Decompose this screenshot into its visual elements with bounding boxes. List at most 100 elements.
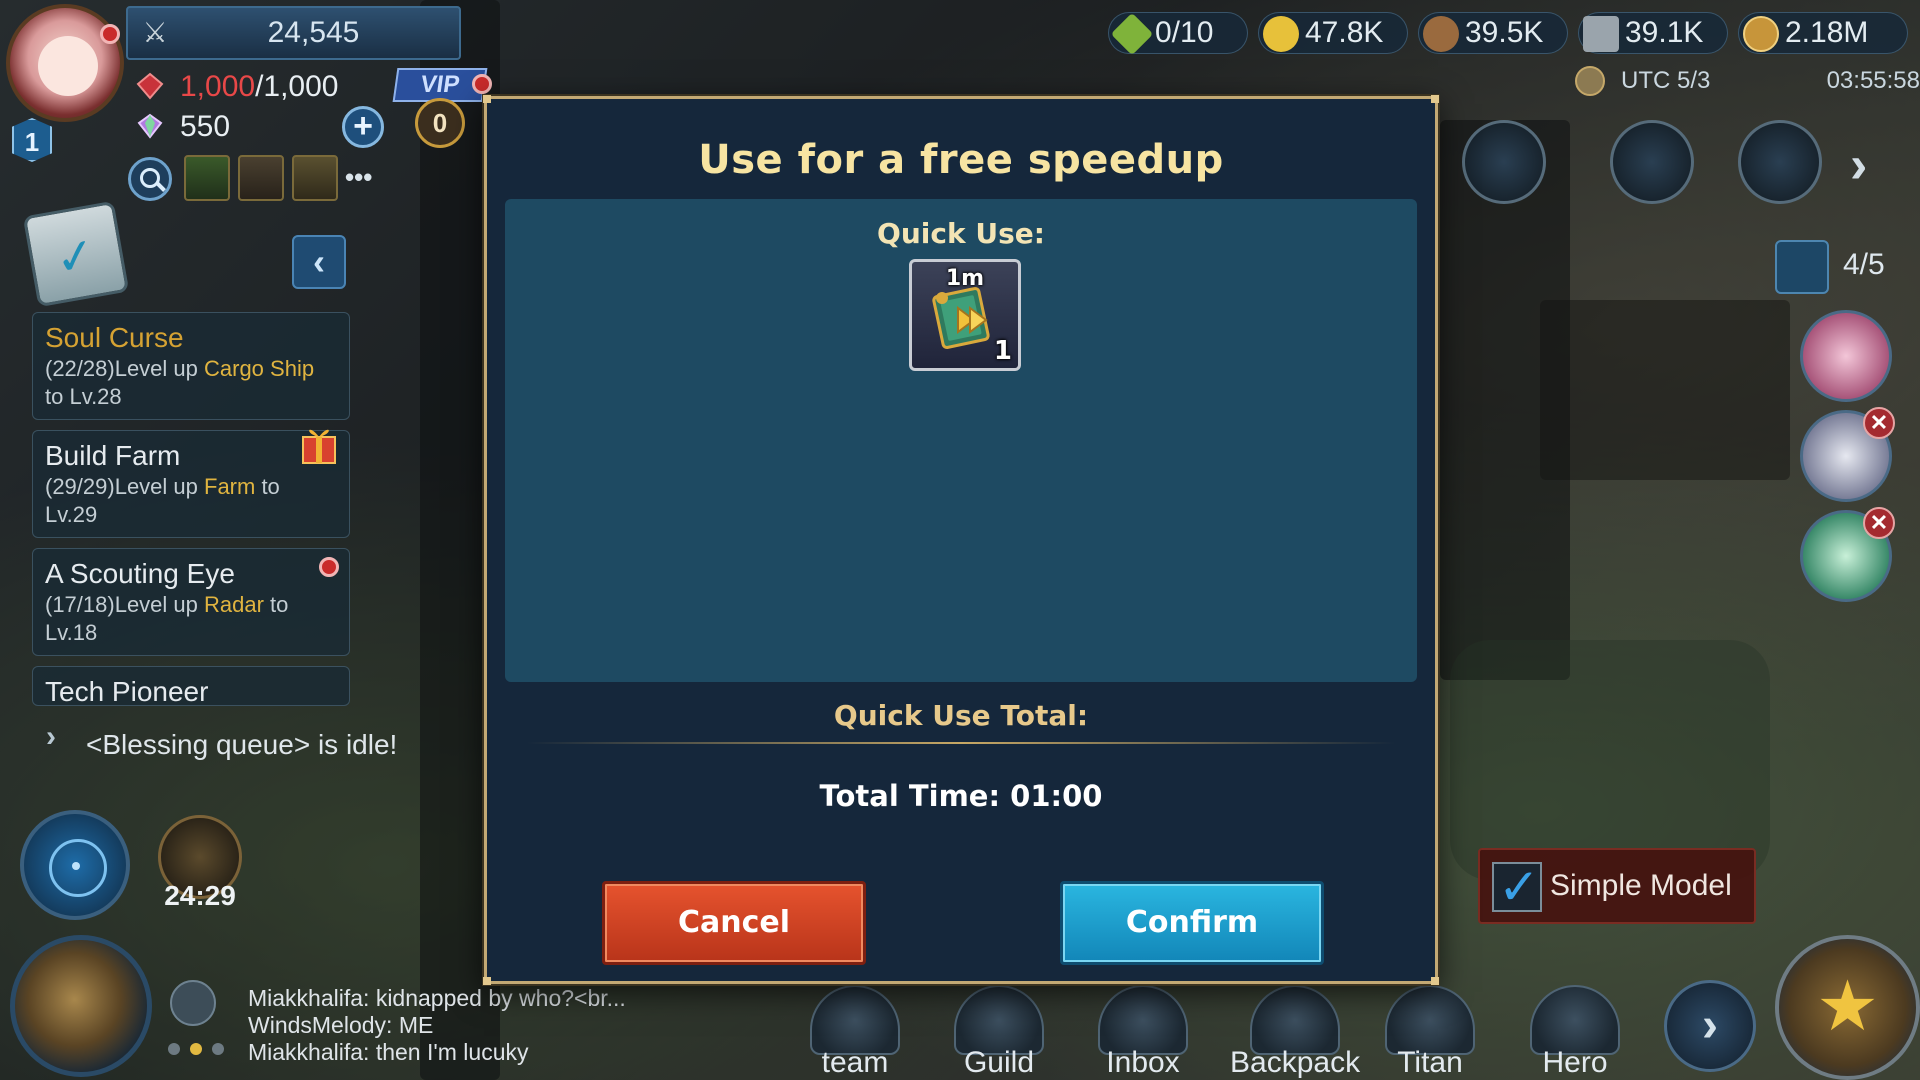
chat-icon[interactable]	[170, 980, 216, 1026]
world-map-button[interactable]	[10, 935, 152, 1077]
checkbox-checked-icon	[1492, 858, 1542, 916]
vip-notification-dot	[472, 74, 492, 94]
chevron-right-icon: ›	[46, 720, 56, 753]
food-value: 47.8K	[1305, 16, 1384, 49]
quest-notification-dot	[319, 557, 339, 577]
sword-icon: ⚔	[142, 17, 168, 48]
buff-gather-icon[interactable]	[238, 155, 284, 201]
energy-icon	[1110, 12, 1154, 56]
coin-icon	[1743, 16, 1779, 52]
quick-use-panel: Quick Use: 1m 1	[505, 199, 1417, 682]
hero-portrait[interactable]: ✕	[1800, 407, 1895, 502]
gift-icon	[302, 429, 336, 464]
chevron-right-icon[interactable]: ›	[1850, 135, 1867, 195]
hero-helmet-icon	[1530, 985, 1620, 1055]
speedup-item-slot[interactable]: 1m 1	[909, 259, 1021, 371]
quick-use-total-label: Quick Use Total:	[833, 699, 1089, 732]
confirm-button[interactable]: Confirm	[1060, 881, 1324, 965]
idle-queue-notice[interactable]: › <Blessing queue> is idle!	[36, 720, 436, 770]
quest-title: Build Farm	[45, 440, 181, 471]
simple-model-toggle[interactable]: Simple Model	[1478, 848, 1756, 924]
add-gems-button[interactable]: +	[342, 106, 384, 148]
stars-button[interactable]: ★	[1775, 935, 1920, 1080]
nav-titan[interactable]: Titan	[1375, 985, 1485, 1080]
quest-item[interactable]: Tech Pioneer	[32, 666, 350, 706]
energy-value: 0/10	[1155, 16, 1214, 49]
titan-icon	[1385, 985, 1475, 1055]
quest-title: Soul Curse	[45, 322, 184, 353]
item-duration: 1m	[945, 266, 985, 291]
wood-value: 39.5K	[1465, 16, 1544, 49]
quest-title: Tech Pioneer	[45, 676, 209, 706]
quest-desc: (17/18)Level up Radar to Lv.18	[45, 592, 289, 645]
player-avatar[interactable]	[6, 4, 124, 122]
utc-date: UTC 5/3	[1621, 67, 1711, 94]
squad-counter[interactable]: 4/5	[1775, 240, 1920, 294]
guild-shield-icon	[954, 985, 1044, 1055]
search-icon[interactable]	[128, 157, 172, 201]
energy-resource[interactable]: 0/10	[1108, 12, 1248, 56]
power-value: 24,545	[267, 16, 360, 49]
quest-item[interactable]: Soul Curse (22/28)Level up Cargo Ship to…	[32, 312, 350, 420]
knight-icon	[1775, 240, 1829, 294]
nav-label: Backpack	[1230, 1046, 1361, 1079]
nav-team[interactable]: team	[800, 985, 910, 1080]
nav-guild[interactable]: Guild	[944, 985, 1054, 1080]
quest-item[interactable]: Build Farm (29/29)Level up Farm to Lv.29	[32, 429, 350, 538]
stamina-current: 1,000	[180, 70, 256, 103]
corn-icon	[1263, 16, 1299, 52]
tower-event-icon[interactable]	[1738, 120, 1822, 204]
collapse-quests-button[interactable]: ‹	[292, 235, 346, 289]
food-resource[interactable]: 47.8K	[1258, 12, 1408, 54]
more-buffs-icon[interactable]: •••	[345, 162, 372, 193]
gold-resource[interactable]: 2.18M	[1738, 12, 1908, 54]
stamina-max: /1,000	[255, 70, 339, 103]
speedup-dialog: Use for a free speedup Quick Use: 1m 1 Q…	[483, 95, 1439, 985]
buff-shield-icon[interactable]	[292, 155, 338, 201]
gift-timer: 24:29	[164, 880, 236, 911]
quest-desc: (22/28)Level up Cargo Ship to Lv.28	[45, 356, 315, 409]
nav-hero[interactable]: Hero	[1520, 985, 1630, 1080]
mail-icon	[1098, 985, 1188, 1055]
item-count: 1	[993, 336, 1012, 366]
quest-checklist-icon[interactable]	[22, 200, 130, 308]
chat-message[interactable]: Miakkhalifa: kidnapped by who?<br...	[248, 985, 626, 1011]
stone-icon	[1583, 16, 1619, 52]
quest-desc: (29/29)Level up Farm to Lv.29	[45, 474, 280, 527]
quest-title: A Scouting Eye	[45, 558, 235, 589]
total-time: Total Time: 01:00	[819, 779, 1103, 813]
nav-inbox[interactable]: Inbox	[1088, 985, 1198, 1080]
butterfly-event-icon[interactable]	[1610, 120, 1694, 204]
stone-resource[interactable]: 39.1K	[1578, 12, 1728, 54]
hero-portrait[interactable]: ✕	[1800, 507, 1895, 602]
event-calendar-icon[interactable]	[1462, 120, 1546, 204]
wood-resource[interactable]: 39.5K	[1418, 12, 1568, 54]
power-display[interactable]: ⚔ 24,545	[126, 6, 461, 60]
dialog-title: Use for a free speedup	[698, 137, 1224, 183]
nav-label: Guild	[963, 1046, 1035, 1079]
cancel-button[interactable]: Cancel	[602, 881, 866, 965]
nav-more-button[interactable]: ›	[1664, 980, 1756, 1072]
nav-label: team	[821, 1046, 889, 1079]
buff-growth-icon[interactable]	[184, 155, 230, 201]
backpack-icon	[1250, 985, 1340, 1055]
notification-dot	[100, 24, 120, 44]
nav-backpack[interactable]: Backpack	[1230, 985, 1360, 1080]
nav-label: Titan	[1397, 1046, 1463, 1079]
quest-item[interactable]: A Scouting Eye (17/18)Level up Radar to …	[32, 548, 350, 656]
divider	[527, 742, 1395, 744]
chat-message[interactable]: Miakkhalifa: then I'm lucuky	[248, 1039, 529, 1065]
stamina-gem-icon	[136, 72, 164, 100]
squad-count-value: 4/5	[1843, 248, 1885, 281]
quick-use-label: Quick Use:	[877, 217, 1045, 250]
hero-portrait[interactable]	[1800, 310, 1892, 402]
diamond-icon	[137, 113, 163, 139]
chat-page-dots	[168, 1040, 234, 1059]
simple-model-label: Simple Model	[1550, 869, 1732, 902]
gems-value: 550	[180, 110, 231, 143]
chat-message[interactable]: WindsMelody: ME	[248, 1012, 433, 1038]
utc-time: 03:55:58	[1826, 67, 1920, 94]
stamina-display: 1,000/1,000	[180, 70, 339, 104]
team-icon	[810, 985, 900, 1055]
radar-icon[interactable]	[20, 810, 130, 920]
